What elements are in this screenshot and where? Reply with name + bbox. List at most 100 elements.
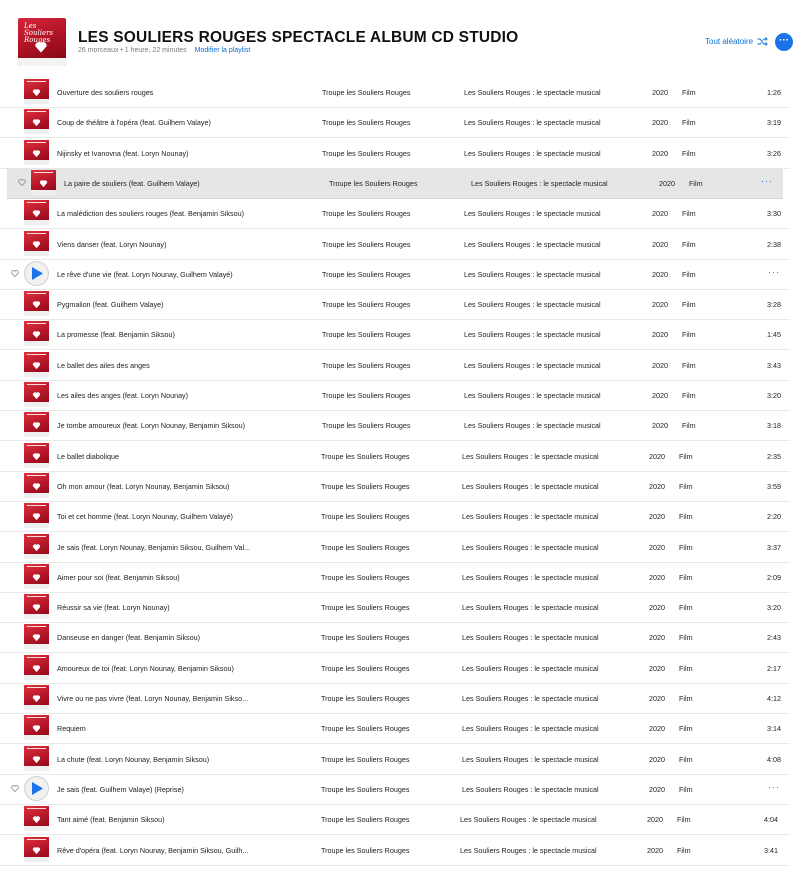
- track-artist[interactable]: Troupe les Souliers Rouges: [322, 270, 410, 279]
- track-row[interactable]: Réussir sa vie (feat. Loryn Nounay) Troup…: [0, 592, 790, 624]
- track-album[interactable]: Les Souliers Rouges : le spectacle music…: [471, 179, 608, 188]
- track-row[interactable]: Le ballet diabolique Troupe les Souliers …: [0, 441, 790, 472]
- track-row[interactable]: Ouverture des souliers rouges Troupe les …: [0, 77, 790, 108]
- track-album[interactable]: Les Souliers Rouges : le spectacle music…: [460, 846, 597, 855]
- track-album[interactable]: Les Souliers Rouges : le spectacle music…: [462, 664, 599, 673]
- track-album[interactable]: Les Souliers Rouges : le spectacle music…: [462, 724, 599, 733]
- track-artist[interactable]: Troupe les Souliers Rouges: [321, 543, 409, 552]
- track-artist[interactable]: Troupe les Souliers Rouges: [322, 300, 410, 309]
- track-album[interactable]: Les Souliers Rouges : le spectacle music…: [464, 88, 601, 97]
- track-row[interactable]: Les ailes des anges (feat. Loryn Nounay)…: [0, 380, 790, 411]
- track-album[interactable]: Les Souliers Rouges : le spectacle music…: [464, 330, 601, 339]
- track-row[interactable]: La paire de souliers (feat. Guilhem Vala…: [7, 167, 783, 199]
- track-artist[interactable]: Troupe les Souliers Rouges: [321, 815, 409, 824]
- track-artist[interactable]: Troupe les Souliers Rouges: [321, 694, 409, 703]
- track-title: Réussir sa vie (feat. Loryn Nounay): [57, 603, 170, 613]
- track-album[interactable]: Les Souliers Rouges : le spectacle music…: [464, 118, 601, 127]
- album-art-band: [24, 705, 49, 710]
- track-artist[interactable]: Troupe les Souliers Rouges: [321, 452, 409, 461]
- track-album[interactable]: Les Souliers Rouges : le spectacle music…: [460, 815, 597, 824]
- track-artist[interactable]: Troupe les Souliers Rouges: [321, 724, 409, 733]
- track-album[interactable]: Les Souliers Rouges : le spectacle music…: [462, 603, 599, 612]
- track-artist[interactable]: Troupe les Souliers Rouges: [321, 633, 409, 642]
- track-album[interactable]: Les Souliers Rouges : le spectacle music…: [462, 755, 599, 764]
- track-row[interactable]: Le rêve d'une vie (feat. Loryn Nounay, G…: [0, 259, 790, 290]
- track-artist[interactable]: Troupe les Souliers Rouges: [329, 179, 417, 188]
- track-row[interactable]: Je sais (feat. Loryn Nounay, Benjamin Si…: [0, 532, 790, 563]
- track-artist[interactable]: Troupe les Souliers Rouges: [322, 391, 410, 400]
- track-row[interactable]: Amoureux de toi (feat. Loryn Nounay, Ben…: [0, 653, 790, 684]
- track-row[interactable]: Nijinsky et Ivanovna (feat. Loryn Nounay…: [0, 138, 790, 169]
- track-album[interactable]: Les Souliers Rouges : le spectacle music…: [464, 391, 601, 400]
- track-row[interactable]: La chute (feat. Loryn Nounay, Benjamin S…: [0, 744, 790, 775]
- track-album[interactable]: Les Souliers Rouges : le spectacle music…: [462, 633, 599, 642]
- album-art-lettering: [27, 596, 46, 601]
- track-row[interactable]: Viens danser (feat. Loryn Nounay) Troupe …: [0, 229, 790, 260]
- track-year: 2020: [652, 300, 668, 310]
- track-album[interactable]: Les Souliers Rouges : le spectacle music…: [462, 512, 599, 521]
- track-row[interactable]: Requiem Troupe les Souliers Rouges Les Sou…: [0, 713, 790, 745]
- edit-playlist-link[interactable]: Modifier la playlist: [195, 47, 251, 54]
- track-row[interactable]: Tant aimé (feat. Benjamin Siksou) Troupe …: [0, 804, 790, 836]
- track-artist[interactable]: Troupe les Souliers Rouges: [321, 603, 409, 612]
- track-artist[interactable]: Troupe les Souliers Rouges: [321, 482, 409, 491]
- track-row[interactable]: Rêve d'opéra (feat. Loryn Nounay, Benjam…: [0, 835, 790, 866]
- track-artist[interactable]: Troupe les Souliers Rouges: [322, 421, 410, 430]
- track-row[interactable]: La promesse (feat. Benjamin Siksou) Troup…: [0, 319, 790, 351]
- track-album[interactable]: Les Souliers Rouges : le spectacle music…: [464, 361, 601, 370]
- track-row[interactable]: Je sais (feat. Guilhem Valaye) (Reprise)…: [0, 774, 790, 805]
- track-album[interactable]: Les Souliers Rouges : le spectacle music…: [462, 573, 599, 582]
- track-album[interactable]: Les Souliers Rouges : le spectacle music…: [462, 785, 599, 794]
- track-row[interactable]: Oh mon amour (feat. Loryn Nounay, Benjam…: [0, 471, 790, 502]
- playlist-cover-art: Les Souliers Rouges: [18, 18, 66, 66]
- track-album[interactable]: Les Souliers Rouges : le spectacle music…: [462, 543, 599, 552]
- track-row[interactable]: Danseuse en danger (feat. Benjamin Sikso…: [0, 622, 790, 654]
- track-row[interactable]: Pygmalion (feat. Guilhem Valaye) Troupe l…: [0, 289, 790, 321]
- more-actions-button[interactable]: ···: [761, 176, 773, 186]
- track-row[interactable]: Coup de théâtre à l'opéra (feat. Guilhem…: [0, 107, 790, 139]
- track-row[interactable]: Vivre ou ne pas vivre (feat. Loryn Nouna…: [0, 683, 790, 714]
- play-track-button[interactable]: [24, 260, 49, 286]
- track-album[interactable]: Les Souliers Rouges : le spectacle music…: [464, 300, 601, 309]
- track-artist[interactable]: Troupe les Souliers Rouges: [321, 785, 409, 794]
- track-artist[interactable]: Troupe les Souliers Rouges: [322, 240, 410, 249]
- track-artist[interactable]: Troupe les Souliers Rouges: [321, 846, 409, 855]
- track-row[interactable]: Je tombe amoureux (feat. Loryn Nounay, B…: [0, 410, 790, 442]
- shuffle-all-button[interactable]: Tout aléatoire: [705, 37, 768, 46]
- track-album[interactable]: Les Souliers Rouges : le spectacle music…: [464, 270, 601, 279]
- track-artist[interactable]: Troupe les Souliers Rouges: [322, 361, 410, 370]
- album-art-lettering: [27, 687, 46, 692]
- track-row[interactable]: Toi et cet homme (feat. Loryn Nounay, Gu…: [0, 501, 790, 533]
- track-album[interactable]: Les Souliers Rouges : le spectacle music…: [464, 240, 601, 249]
- favorite-heart-icon[interactable]: [18, 179, 26, 186]
- track-album[interactable]: Les Souliers Rouges : le spectacle music…: [464, 421, 601, 430]
- track-artist[interactable]: Troupe les Souliers Rouges: [321, 573, 409, 582]
- track-album[interactable]: Les Souliers Rouges : le spectacle music…: [462, 694, 599, 703]
- track-artist[interactable]: Troupe les Souliers Rouges: [322, 149, 410, 158]
- track-artist[interactable]: Troupe les Souliers Rouges: [322, 118, 410, 127]
- track-duration: 3:30: [767, 209, 781, 219]
- more-actions-button[interactable]: ···: [768, 782, 780, 792]
- track-album[interactable]: Les Souliers Rouges : le spectacle music…: [462, 452, 599, 461]
- track-title: Vivre ou ne pas vivre (feat. Loryn Nouna…: [57, 694, 249, 703]
- more-actions-button[interactable]: ···: [768, 267, 780, 277]
- track-album[interactable]: Les Souliers Rouges : le spectacle music…: [464, 149, 601, 158]
- track-row[interactable]: Le ballet des ailes des anges Troupe les …: [0, 350, 790, 381]
- album-heart-icon: [32, 513, 41, 521]
- play-track-button[interactable]: [24, 775, 49, 801]
- favorite-heart-icon[interactable]: [11, 269, 19, 277]
- track-genre: Film: [677, 845, 691, 855]
- track-artist[interactable]: Troupe les Souliers Rouges: [322, 330, 410, 339]
- track-album[interactable]: Les Souliers Rouges : le spectacle music…: [464, 209, 601, 218]
- track-row[interactable]: La malédiction des souliers rouges (feat…: [0, 198, 790, 230]
- track-row[interactable]: Aimer pour soi (feat. Benjamin Siksou) Tr…: [0, 562, 790, 593]
- track-artist[interactable]: Troupe les Souliers Rouges: [321, 755, 409, 764]
- track-album[interactable]: Les Souliers Rouges : le spectacle music…: [462, 482, 599, 491]
- track-artist[interactable]: Troupe les Souliers Rouges: [322, 209, 410, 218]
- more-options-button[interactable]: ···: [775, 33, 793, 51]
- track-artist[interactable]: Troupe les Souliers Rouges: [321, 512, 409, 521]
- track-genre: Film: [679, 572, 693, 582]
- track-artist[interactable]: Troupe les Souliers Rouges: [322, 88, 410, 97]
- track-artist[interactable]: Troupe les Souliers Rouges: [321, 664, 409, 673]
- favorite-heart-icon[interactable]: [11, 785, 19, 792]
